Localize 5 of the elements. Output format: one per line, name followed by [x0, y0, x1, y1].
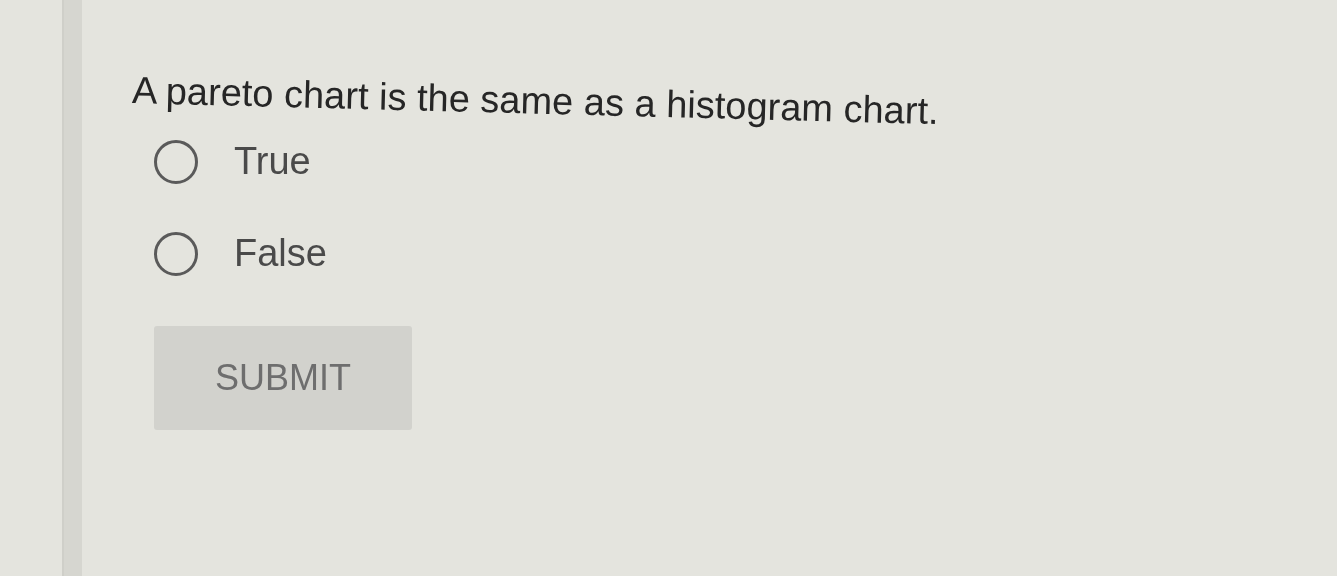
radio-button[interactable]	[154, 139, 198, 184]
question-text: A pareto chart is the same as a histogram chart.	[131, 68, 940, 135]
option-label[interactable]: False	[234, 232, 327, 276]
radio-button[interactable]	[154, 231, 198, 276]
option-label[interactable]: True	[234, 140, 311, 184]
